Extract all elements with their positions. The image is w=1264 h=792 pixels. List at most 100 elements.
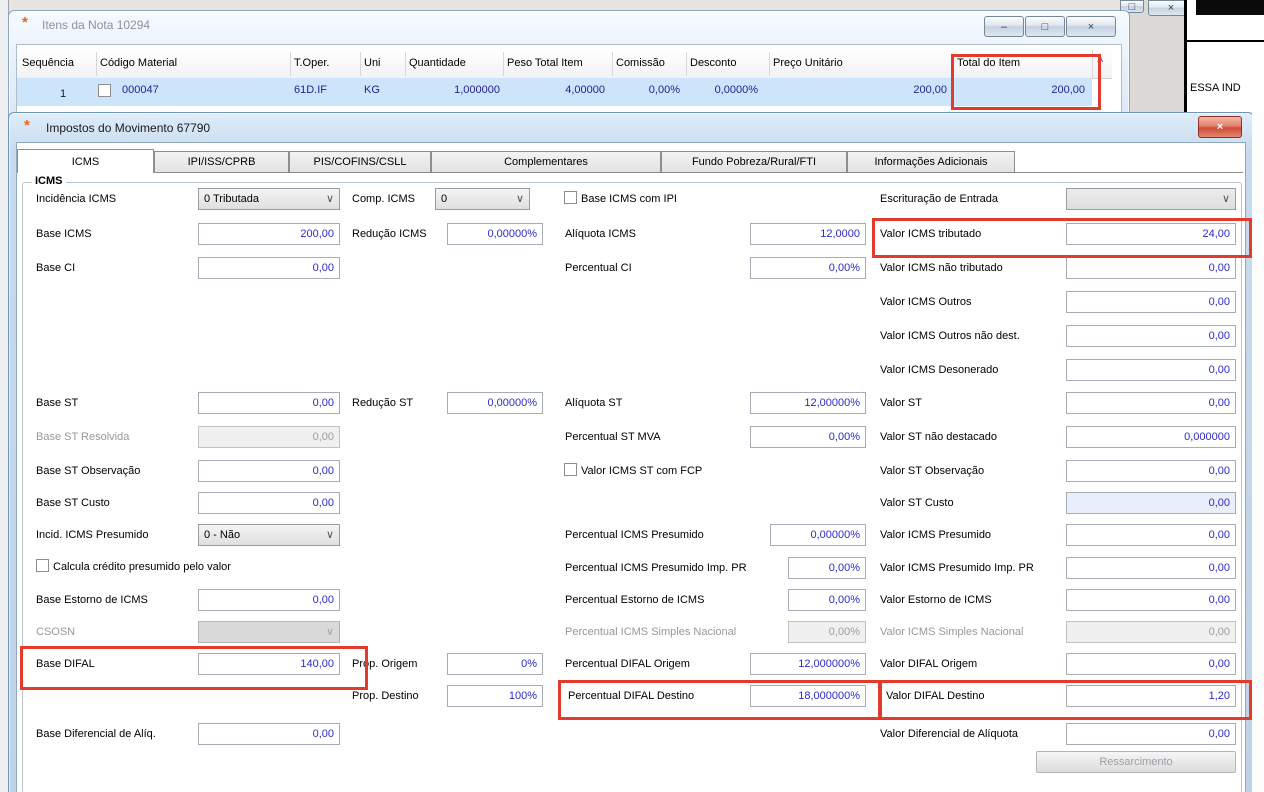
minimize-icon: – <box>1000 20 1008 33</box>
tab-informacoes-adicionais[interactable]: Informações Adicionais <box>847 151 1015 172</box>
valor-icms-presumido-pr-label: Valor ICMS Presumido Imp. PR <box>880 562 1034 574</box>
valor-st-nao-destacado-input[interactable]: 0,000000 <box>1066 426 1236 448</box>
tab-pis-cofins-csll[interactable]: PIS/COFINS/CSLL <box>289 151 431 172</box>
base-icms-input[interactable]: 200,00 <box>198 223 340 245</box>
chevron-down-icon: ∨ <box>515 193 524 205</box>
tab-icms[interactable]: ICMS <box>17 149 154 173</box>
base-ci-input[interactable]: 0,00 <box>198 257 340 279</box>
percentual-icms-presumido-input[interactable]: 0,00000% <box>770 524 866 546</box>
col-preco-unitario[interactable]: Preço Unitário <box>773 57 843 69</box>
col-codigo-material[interactable]: Código Material <box>100 57 177 69</box>
valor-st-custo-input[interactable]: 0,00 <box>1066 492 1236 514</box>
valor-difal-destino-label: Valor DIFAL Destino <box>886 690 985 702</box>
cell-toper: 61D.IF <box>294 84 328 96</box>
base-estorno-icms-input[interactable]: 0,00 <box>198 589 340 611</box>
valor-st-label: Valor ST <box>880 397 922 409</box>
valor-difal-origem-input[interactable]: 0,00 <box>1066 653 1236 675</box>
col-uni[interactable]: Uni <box>364 57 381 69</box>
percentual-estorno-icms-input[interactable]: 0,00% <box>788 589 866 611</box>
base-icms-com-ipi-checkbox[interactable] <box>564 191 577 204</box>
valor-estorno-icms-label: Valor Estorno de ICMS <box>880 594 992 606</box>
col-sequencia[interactable]: Sequência <box>22 57 74 69</box>
valor-diferencial-aliquota-input[interactable]: 0,00 <box>1066 723 1236 745</box>
valor-icms-outros-nao-dest-label: Valor ICMS Outros não dest. <box>880 330 1020 342</box>
close-button[interactable]: × <box>1198 116 1242 138</box>
incidencia-icms-label: Incidência ICMS <box>36 193 117 205</box>
reducao-icms-input[interactable]: 0,00000% <box>447 223 543 245</box>
aliquota-st-label: Alíquota ST <box>565 397 623 409</box>
col-peso-total[interactable]: Peso Total Item <box>507 57 583 69</box>
tab-ipi-iss-cprb[interactable]: IPI/ISS/CPRB <box>154 151 289 172</box>
valor-icms-tributado-label: Valor ICMS tributado <box>880 228 982 240</box>
close-button[interactable]: × <box>1066 16 1116 37</box>
valor-st-observacao-label: Valor ST Observação <box>880 465 985 477</box>
reducao-st-input[interactable]: 0,00000% <box>447 392 543 414</box>
base-difal-input[interactable]: 140,00 <box>198 653 340 675</box>
base-ci-label: Base CI <box>36 262 76 274</box>
incid-icms-presumido-select[interactable]: 0 - Não ∨ <box>198 524 340 546</box>
aliquota-icms-input[interactable]: 12,0000 <box>750 223 866 245</box>
valor-icms-presumido-input[interactable]: 0,00 <box>1066 524 1236 546</box>
valor-st-nao-destacado-label: Valor ST não destacado <box>880 431 998 443</box>
cell-uni: KG <box>364 84 380 96</box>
base-st-observacao-input[interactable]: 0,00 <box>198 460 340 482</box>
percentual-difal-origem-input[interactable]: 12,000000% <box>750 653 866 675</box>
col-desconto[interactable]: Desconto <box>690 57 736 69</box>
base-st-custo-input[interactable]: 0,00 <box>198 492 340 514</box>
valor-st-observacao-input[interactable]: 0,00 <box>1066 460 1236 482</box>
tab-complementares[interactable]: Complementares <box>431 151 661 172</box>
valor-estorno-icms-input[interactable]: 0,00 <box>1066 589 1236 611</box>
chevron-down-icon: ∨ <box>325 193 334 205</box>
calcula-credito-checkbox[interactable] <box>36 559 49 572</box>
valor-icms-nao-tributado-input[interactable]: 0,00 <box>1066 257 1236 279</box>
ressarcimento-button[interactable]: Ressarcimento <box>1036 751 1236 773</box>
tab-strip-line <box>17 172 1243 173</box>
restore-button[interactable]: □ <box>1025 16 1065 37</box>
base-st-custo-label: Base ST Custo <box>36 497 110 509</box>
col-toper[interactable]: T.Oper. <box>294 57 329 69</box>
scroll-up-icon[interactable]: ^ <box>1097 56 1103 68</box>
minimize-button[interactable]: – <box>984 16 1024 37</box>
percentual-st-mva-input[interactable]: 0,00% <box>750 426 866 448</box>
valor-icms-st-fcp-checkbox[interactable] <box>564 463 577 476</box>
valor-icms-outros-label: Valor ICMS Outros <box>880 296 972 308</box>
valor-icms-outros-nao-dest-input[interactable]: 0,00 <box>1066 325 1236 347</box>
valor-icms-presumido-pr-input[interactable]: 0,00 <box>1066 557 1236 579</box>
prop-origem-label: Prop. Origem <box>352 658 418 670</box>
itens-window-title: Itens da Nota 10294 <box>42 18 151 32</box>
base-st-resolvida-input: 0,00 <box>198 426 340 448</box>
cell-preco: 200,00 <box>913 84 947 96</box>
valor-st-input[interactable]: 0,00 <box>1066 392 1236 414</box>
cell-desconto: 0,0000% <box>714 84 758 96</box>
percentual-difal-destino-label: Percentual DIFAL Destino <box>568 690 695 702</box>
valor-difal-destino-input[interactable]: 1,20 <box>1066 685 1236 707</box>
impostos-window-title: Impostos do Movimento 67790 <box>46 121 211 135</box>
base-st-input[interactable]: 0,00 <box>198 392 340 414</box>
report-window-fragment <box>1184 0 1264 112</box>
prop-origem-input[interactable]: 0% <box>447 653 543 675</box>
valor-icms-tributado-input[interactable]: 24,00 <box>1066 223 1236 245</box>
percentual-icms-presumido-pr-input[interactable]: 0,00% <box>788 557 866 579</box>
tab-fundo-pobreza[interactable]: Fundo Pobreza/Rural/FTI <box>661 151 847 172</box>
prop-destino-input[interactable]: 100% <box>447 685 543 707</box>
col-quantidade[interactable]: Quantidade <box>409 57 466 69</box>
close-icon: × <box>1167 2 1175 14</box>
close-icon: × <box>1216 121 1224 133</box>
report-text: ESSA IND <box>1190 82 1241 94</box>
valor-icms-desonerado-input[interactable]: 0,00 <box>1066 359 1236 381</box>
col-comissao[interactable]: Comissão <box>616 57 665 69</box>
escrituracao-entrada-select[interactable]: ∨ <box>1066 188 1236 210</box>
base-icms-label: Base ICMS <box>36 228 92 240</box>
row-checkbox[interactable] <box>98 84 111 97</box>
aliquota-st-input[interactable]: 12,00000% <box>750 392 866 414</box>
percentual-ci-input[interactable]: 0,00% <box>750 257 866 279</box>
base-diferencial-aliq-input[interactable]: 0,00 <box>198 723 340 745</box>
percentual-difal-destino-input[interactable]: 18,000000% <box>750 685 866 707</box>
valor-icms-outros-input[interactable]: 0,00 <box>1066 291 1236 313</box>
restore-icon: □ <box>1041 20 1049 33</box>
incidencia-icms-select[interactable]: 0 Tributada ∨ <box>198 188 340 210</box>
base-st-observacao-label: Base ST Observação <box>36 465 141 477</box>
col-total-item[interactable]: Total do Item <box>957 57 1020 69</box>
icms-group-title: ICMS <box>32 175 66 187</box>
comp-icms-select[interactable]: 0 ∨ <box>435 188 530 210</box>
